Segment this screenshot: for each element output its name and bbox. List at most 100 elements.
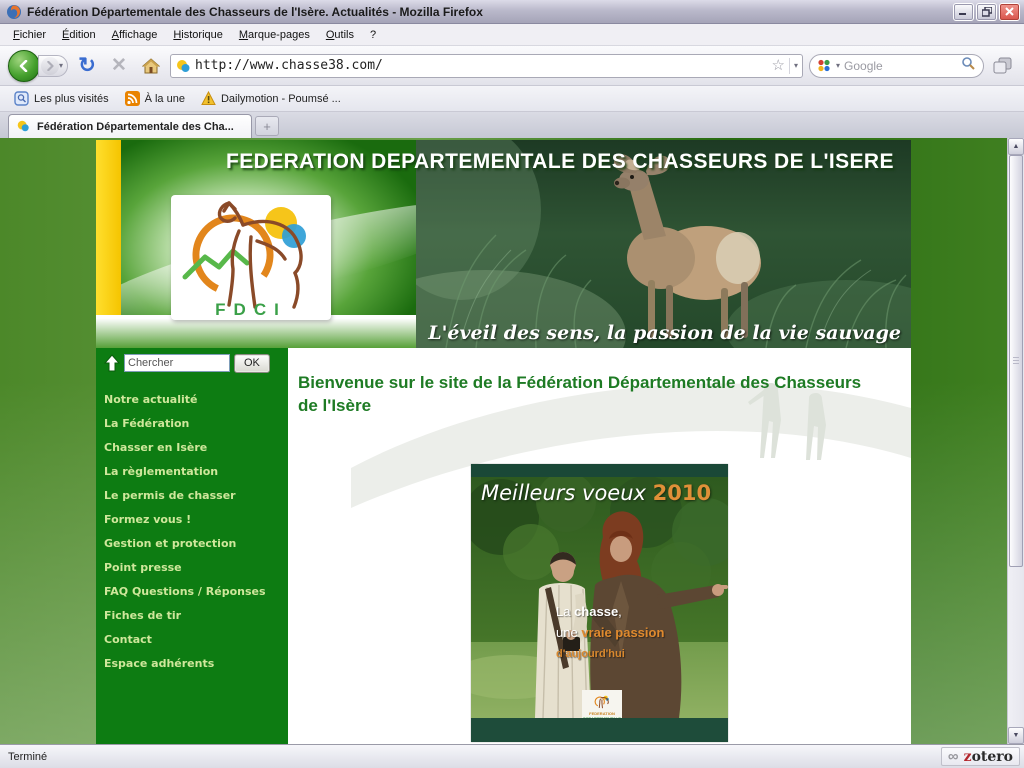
tab-favicon bbox=[16, 119, 32, 135]
sidebar-item-le-permis-de-chasser[interactable]: Le permis de chasser bbox=[104, 484, 280, 508]
firefox-icon bbox=[6, 4, 22, 20]
sidebar-search-input[interactable] bbox=[124, 354, 230, 372]
sidebar-search-row: OK bbox=[104, 352, 280, 374]
home-arrow-icon[interactable] bbox=[104, 354, 120, 372]
reload-icon[interactable]: ↻ bbox=[74, 53, 100, 79]
banner-tagline: L'éveil des sens, la passion de la vie s… bbox=[428, 322, 901, 344]
tab-title: Fédération Départementale des Cha... bbox=[37, 121, 234, 133]
slogan-vraie-passion: vraie passion bbox=[581, 625, 664, 640]
search-engine-dropdown-icon[interactable]: ▾ bbox=[836, 62, 840, 70]
bookmark-label: À la une bbox=[145, 93, 185, 105]
menu-aide[interactable]: ? bbox=[363, 26, 383, 44]
location-bar: ☆ ▾ bbox=[170, 54, 803, 78]
voeux-slogan: La chasse, une vraie passion d'aujourd'h… bbox=[556, 602, 664, 664]
menubar: Fichier Édition Affichage Historique Mar… bbox=[0, 24, 1024, 46]
slogan-une: une bbox=[556, 625, 581, 640]
slogan-comma: , bbox=[618, 604, 622, 619]
vertical-scrollbar[interactable]: ▲ ▼ bbox=[1007, 138, 1024, 744]
slogan-aujourdhui: d'aujourd'hui bbox=[556, 648, 625, 660]
zotero-wordmark: zotero bbox=[964, 750, 1013, 764]
status-bar: Terminé ∞ zotero bbox=[0, 744, 1024, 768]
voeux-title: Meilleurs voeux 2010 bbox=[481, 481, 711, 505]
pages-overlap-icon[interactable] bbox=[990, 53, 1016, 79]
search-input[interactable] bbox=[844, 59, 957, 73]
menu-marque-pages[interactable]: Marque-pages bbox=[232, 26, 317, 44]
sidebar-item-fiches-de-tir[interactable]: Fiches de tir bbox=[104, 604, 280, 628]
menu-historique[interactable]: Historique bbox=[166, 26, 230, 44]
home-icon[interactable] bbox=[138, 53, 164, 79]
url-input[interactable] bbox=[195, 58, 768, 73]
sidebar-item-contact[interactable]: Contact bbox=[104, 628, 280, 652]
google-icon[interactable] bbox=[816, 58, 832, 74]
fdci-logo-text: FDCI bbox=[215, 300, 287, 319]
sidebar-item-la-reglementation[interactable]: La règlementation bbox=[104, 460, 280, 484]
status-text: Terminé bbox=[8, 751, 941, 763]
voeux-2010-image: Meilleurs voeux 2010 La chasse, une vrai… bbox=[471, 464, 728, 742]
zotero-button[interactable]: ∞ zotero bbox=[941, 747, 1020, 766]
new-tab-button[interactable]: + bbox=[255, 116, 279, 136]
bookmark-label: Les plus visités bbox=[34, 93, 109, 105]
main-content: Bienvenue sur le site de la Fédération D… bbox=[288, 348, 911, 744]
bookmark-a-la-une[interactable]: À la une bbox=[119, 89, 191, 108]
menu-edition[interactable]: Édition bbox=[55, 26, 103, 44]
sidebar-search-ok-button[interactable]: OK bbox=[234, 354, 270, 373]
urlbar-separator bbox=[789, 58, 790, 74]
slogan-la: La bbox=[556, 604, 574, 619]
voeux-top-bar bbox=[471, 464, 728, 477]
zotero-z: z bbox=[964, 749, 972, 765]
fdci-logo: FDCI bbox=[171, 195, 331, 320]
history-dropdown-icon[interactable]: ▾ bbox=[59, 62, 63, 70]
sidebar-item-gestion-et-protection[interactable]: Gestion et protection bbox=[104, 532, 280, 556]
voeux-bottom-bar bbox=[471, 718, 728, 742]
bookmark-label: Dailymotion - Poumsé ... bbox=[221, 93, 341, 105]
slogan-chasse: chasse bbox=[574, 604, 618, 619]
scrollbar-thumb[interactable] bbox=[1009, 155, 1023, 567]
sidebar-item-notre-actualite[interactable]: Notre actualité bbox=[104, 388, 280, 412]
voeux-title-text: Meilleurs voeux bbox=[481, 481, 653, 505]
browser-window: Fédération Départementale des Chasseurs … bbox=[0, 0, 1024, 768]
banner-yellow-bar bbox=[96, 140, 121, 315]
tab-active[interactable]: Fédération Départementale des Cha... bbox=[8, 114, 252, 138]
bookmark-most-visited[interactable]: Les plus visités bbox=[8, 89, 115, 108]
site-favicon bbox=[175, 58, 191, 74]
bookmarks-toolbar: Les plus visités À la une Dailymotion - … bbox=[0, 86, 1024, 112]
page-background: L'éveil des sens, la passion de la vie s… bbox=[0, 138, 1007, 744]
bookmark-dailymotion[interactable]: Dailymotion - Poumsé ... bbox=[195, 89, 347, 108]
close-button[interactable] bbox=[999, 3, 1020, 21]
site-page: L'éveil des sens, la passion de la vie s… bbox=[96, 140, 911, 744]
menu-outils[interactable]: Outils bbox=[319, 26, 361, 44]
window-title: Fédération Départementale des Chasseurs … bbox=[27, 5, 953, 19]
sidebar: OK Notre actualité La Fédération Chasser… bbox=[96, 348, 288, 744]
page-title: Bienvenue sur le site de la Fédération D… bbox=[298, 372, 878, 418]
site-body: OK Notre actualité La Fédération Chasser… bbox=[96, 348, 911, 744]
tab-bar: Fédération Départementale des Cha... + bbox=[0, 112, 1024, 138]
voeux-year: 2010 bbox=[653, 481, 711, 505]
scroll-down-icon[interactable]: ▼ bbox=[1008, 727, 1024, 744]
sidebar-menu: Notre actualité La Fédération Chasser en… bbox=[104, 388, 280, 676]
minimize-button[interactable] bbox=[953, 3, 974, 21]
sidebar-item-point-presse[interactable]: Point presse bbox=[104, 556, 280, 580]
sidebar-item-chasser-en-isere[interactable]: Chasser en Isère bbox=[104, 436, 280, 460]
urlbar-dropdown-icon[interactable]: ▾ bbox=[794, 62, 798, 70]
scrollbar-track[interactable] bbox=[1008, 155, 1024, 727]
stop-icon[interactable]: ✕ bbox=[106, 53, 132, 79]
search-bar: ▾ bbox=[809, 54, 984, 78]
navigation-toolbar: ▾ ↻ ✕ ☆ ▾ ▾ bbox=[0, 46, 1024, 86]
menu-affichage[interactable]: Affichage bbox=[105, 26, 165, 44]
bookmark-star-icon[interactable]: ☆ bbox=[772, 58, 785, 73]
zotero-rest: otero bbox=[972, 749, 1013, 765]
magnifier-icon[interactable] bbox=[961, 56, 975, 75]
sidebar-item-la-federation[interactable]: La Fédération bbox=[104, 412, 280, 436]
sidebar-item-faq[interactable]: FAQ Questions / Réponses bbox=[104, 580, 280, 604]
scroll-up-icon[interactable]: ▲ bbox=[1008, 138, 1024, 155]
forward-button[interactable] bbox=[41, 57, 59, 75]
menu-fichier[interactable]: Fichier bbox=[6, 26, 53, 44]
sidebar-item-formez-vous[interactable]: Formez vous ! bbox=[104, 508, 280, 532]
restore-button[interactable] bbox=[976, 3, 997, 21]
back-button[interactable] bbox=[8, 50, 40, 82]
voeux-photo bbox=[471, 477, 728, 718]
forward-button-group: ▾ bbox=[38, 55, 68, 77]
sidebar-item-espace-adherents[interactable]: Espace adhérents bbox=[104, 652, 280, 676]
titlebar[interactable]: Fédération Départementale des Chasseurs … bbox=[0, 0, 1024, 24]
zotero-infinity-icon: ∞ bbox=[948, 749, 959, 764]
